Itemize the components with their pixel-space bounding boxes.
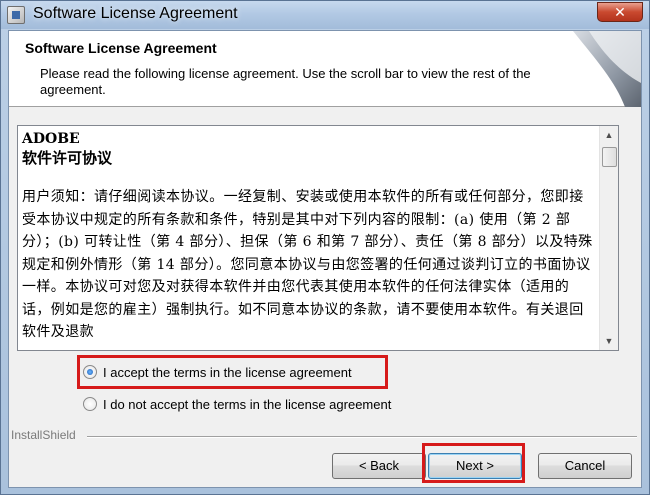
footer-separator xyxy=(87,436,637,438)
header-description: Please read the following license agreem… xyxy=(40,66,531,97)
vertical-scrollbar[interactable]: ▲ ▼ xyxy=(599,126,618,350)
decline-option[interactable]: I do not accept the terms in the license… xyxy=(83,395,423,415)
scroll-thumb[interactable] xyxy=(602,147,617,167)
cancel-button[interactable]: Cancel xyxy=(538,453,632,479)
accept-label: I accept the terms in the license agreem… xyxy=(103,365,352,380)
next-button[interactable]: Next > xyxy=(428,453,522,479)
scroll-down-arrow-icon[interactable]: ▼ xyxy=(600,332,618,350)
header-title: Software License Agreement xyxy=(25,40,217,56)
installshield-brand: InstallShield xyxy=(11,428,76,442)
installer-icon xyxy=(7,6,25,24)
license-company: ADOBE xyxy=(22,131,80,147)
decline-label: I do not accept the terms in the license… xyxy=(103,397,392,412)
license-body: 用户须知：请仔细阅读本协议。一经复制、安装或使用本软件的所有或任何部分，您即接受… xyxy=(22,189,593,340)
close-button[interactable]: ✕ xyxy=(597,2,643,22)
page-curl-graphic xyxy=(573,31,641,107)
back-button[interactable]: < Back xyxy=(332,453,426,479)
license-heading: 软件许可协议 xyxy=(22,149,113,167)
license-text-area[interactable]: ADOBE 软件许可协议 用户须知：请仔细阅读本协议。一经复制、安装或使用本软件… xyxy=(17,125,619,351)
installer-window: Software License Agreement ✕ Software Li… xyxy=(0,0,650,495)
decline-radio[interactable] xyxy=(83,397,97,411)
accept-option[interactable]: I accept the terms in the license agreem… xyxy=(83,363,383,383)
scroll-up-arrow-icon[interactable]: ▲ xyxy=(600,126,618,144)
window-title: Software License Agreement xyxy=(33,5,238,22)
title-bar[interactable]: Software License Agreement ✕ xyxy=(1,1,649,29)
header-band: Software License Agreement Please read t… xyxy=(9,31,641,107)
license-content: ADOBE 软件许可协议 用户须知：请仔细阅读本协议。一经复制、安装或使用本软件… xyxy=(22,130,597,344)
accept-radio[interactable] xyxy=(83,365,97,379)
dialog-body: Software License Agreement Please read t… xyxy=(8,30,642,488)
